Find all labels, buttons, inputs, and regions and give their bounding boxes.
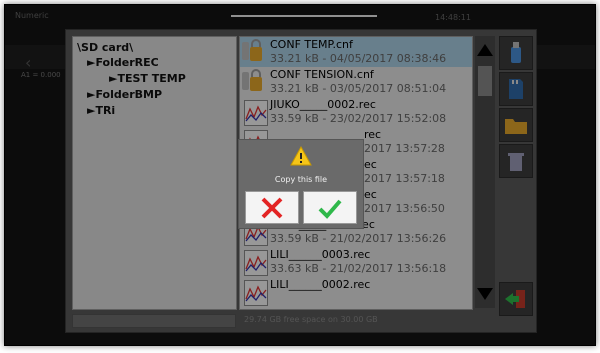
confirm-message: Copy this file: [274, 175, 328, 184]
ok-button[interactable]: [303, 191, 357, 224]
cross-icon: [261, 197, 283, 219]
copy-confirm-dialog: Copy this file: [238, 139, 364, 229]
checkmark-icon: [318, 199, 342, 219]
cancel-button[interactable]: [245, 191, 299, 224]
device-screen: Numeric 14:48:11 ‹ A1 = 0.000 \SD card\ …: [4, 4, 596, 346]
warning-icon: [290, 146, 312, 166]
